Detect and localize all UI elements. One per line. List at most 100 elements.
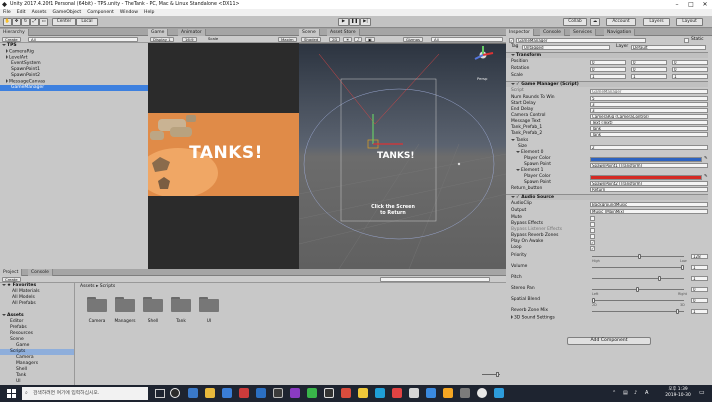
folder-icon[interactable] — [115, 297, 135, 312]
folder-icon[interactable] — [143, 297, 163, 312]
pitch-slider[interactable] — [592, 275, 684, 281]
hierarchy-search-input[interactable]: All — [28, 37, 138, 42]
position-z-field[interactable]: 0 — [672, 59, 708, 65]
space-toggle[interactable]: Local — [76, 18, 98, 26]
audio-clip-field[interactable]: BackgroundMusic — [590, 201, 708, 207]
rotate-tool-icon[interactable]: ↻ — [21, 18, 30, 26]
step-button[interactable]: ▶| — [360, 18, 371, 26]
bypass-reverb-checkbox[interactable] — [590, 233, 595, 239]
notification-icon[interactable]: ▭ — [699, 389, 705, 396]
stereo-pan-slider[interactable] — [592, 286, 684, 292]
layout-dropdown[interactable]: Layout — [676, 18, 703, 26]
return-button-field[interactable]: Return — [590, 186, 708, 192]
taskbar-search-input[interactable]: 검색하려면 여기에 입력하십시오. — [22, 387, 148, 400]
position-y-field[interactable]: 0 — [631, 59, 667, 65]
project-create-dropdown[interactable]: Create — [2, 277, 21, 282]
game-manager-header[interactable]: ✓ Game Manager (Script) — [506, 81, 708, 87]
menu-file[interactable]: File — [0, 10, 14, 15]
menu-gameobject[interactable]: GameObject — [50, 10, 85, 15]
tab-console[interactable]: Console — [540, 29, 565, 36]
menu-help[interactable]: Help — [141, 10, 157, 15]
app-icon[interactable] — [443, 388, 453, 398]
task-view-icon[interactable] — [155, 389, 165, 398]
app-icon[interactable] — [307, 388, 317, 398]
account-dropdown[interactable]: Account — [606, 18, 636, 26]
axis-gizmo[interactable] — [469, 45, 497, 67]
lighting-icon[interactable]: ☀ — [343, 37, 353, 42]
tab-project[interactable]: Project — [0, 269, 23, 276]
mute-checkbox[interactable] — [590, 215, 595, 221]
2d-toggle[interactable]: 2D — [329, 37, 341, 42]
tag-dropdown[interactable]: Untagged — [522, 44, 610, 50]
effects-icon[interactable]: ▣ — [365, 37, 375, 42]
tab-navigation[interactable]: Navigation — [604, 29, 636, 36]
tab-game[interactable]: Game — [148, 29, 169, 36]
collab-button[interactable]: Collab — [563, 18, 587, 26]
minimize-icon[interactable]: – — [670, 0, 684, 9]
volume-field[interactable]: 1 — [691, 264, 708, 270]
aspect-dropdown[interactable]: 16:9 — [182, 37, 197, 42]
rect-tool-icon[interactable]: ▭ — [39, 18, 48, 26]
tab-inspector[interactable]: Inspector — [506, 29, 534, 36]
app-icon[interactable] — [409, 388, 419, 398]
play-button[interactable]: ▶ — [338, 18, 349, 26]
tank-prefab-2-field[interactable]: Tank — [590, 131, 708, 137]
menu-component[interactable]: Component — [84, 10, 117, 15]
project-search-input[interactable] — [380, 277, 490, 282]
tanks-size-field[interactable]: 2 — [590, 144, 708, 150]
scale-y-field[interactable]: 1 — [631, 73, 667, 79]
gameobject-active-checkbox[interactable]: ✓ — [509, 37, 514, 43]
shading-dropdown[interactable]: Shaded — [301, 37, 322, 42]
bypass-effects-checkbox[interactable] — [590, 221, 595, 227]
start-delay-field[interactable]: 3 — [590, 101, 708, 107]
tab-hierarchy[interactable]: Hierarchy — [0, 29, 29, 36]
pivot-toggle[interactable]: Center — [52, 18, 76, 26]
rotation-y-field[interactable]: 0 — [631, 66, 667, 72]
layer-dropdown[interactable]: Default — [631, 44, 706, 50]
create-dropdown[interactable]: Create — [2, 37, 21, 42]
app-icon[interactable] — [460, 388, 470, 398]
edge-icon[interactable] — [188, 388, 198, 398]
app-icon[interactable] — [477, 388, 487, 398]
outlook-icon[interactable] — [256, 388, 266, 398]
visual-studio-icon[interactable] — [290, 388, 300, 398]
app-icon[interactable] — [426, 388, 436, 398]
display-dropdown[interactable]: Display 1 — [150, 37, 174, 42]
move-tool-icon[interactable]: ✥ — [12, 18, 21, 26]
breadcrumb-scripts[interactable]: Scripts — [100, 284, 115, 289]
unity-hub-icon[interactable] — [273, 388, 283, 398]
player-color-1-swatch[interactable] — [590, 174, 702, 180]
close-icon[interactable]: ✕ — [698, 0, 712, 9]
gizmos-dropdown[interactable]: Gizmos — [403, 37, 423, 42]
hierarchy-item-selected[interactable]: GameManager — [0, 85, 148, 91]
favorite-item[interactable]: All Prefabs — [0, 301, 74, 307]
folder-icon[interactable] — [171, 297, 191, 312]
app-icon[interactable] — [392, 388, 402, 398]
tank-prefab-1-field[interactable]: Tank — [590, 125, 708, 131]
layers-dropdown[interactable]: Layers — [643, 18, 670, 26]
tray-chevron-icon[interactable]: ⌃ — [612, 390, 616, 396]
reverb-zone-mix-field[interactable]: 1 — [691, 308, 708, 314]
maximize-icon[interactable]: □ — [684, 0, 698, 9]
menu-assets[interactable]: Assets — [29, 10, 50, 15]
volume-slider[interactable] — [592, 264, 684, 270]
folder-icon[interactable] — [87, 297, 107, 312]
app-icon[interactable] — [358, 388, 368, 398]
breadcrumb-assets[interactable]: Assets — [80, 284, 95, 289]
app-icon[interactable] — [341, 388, 351, 398]
tab-console[interactable]: Console — [28, 269, 53, 276]
loop-checkbox[interactable]: ✓ — [590, 245, 595, 251]
cloud-icon[interactable]: ☁ — [590, 18, 600, 26]
reverb-zone-mix-slider[interactable] — [592, 308, 684, 314]
tab-scene[interactable]: Scene — [299, 29, 320, 36]
pitch-field[interactable]: 1 — [691, 275, 708, 281]
bypass-listener-checkbox[interactable] — [590, 227, 595, 233]
end-delay-field[interactable]: 3 — [590, 107, 708, 113]
pause-button[interactable]: ❚❚ — [349, 18, 360, 26]
priority-slider[interactable] — [592, 253, 684, 259]
position-x-field[interactable]: 0 — [590, 59, 626, 65]
message-text-field[interactable]: Text (Text) — [590, 119, 708, 125]
scale-z-field[interactable]: 1 — [672, 73, 708, 79]
spawn-point-0-field[interactable]: SpawnPoint1 (Transform) — [590, 162, 708, 168]
app-icon[interactable] — [375, 388, 385, 398]
